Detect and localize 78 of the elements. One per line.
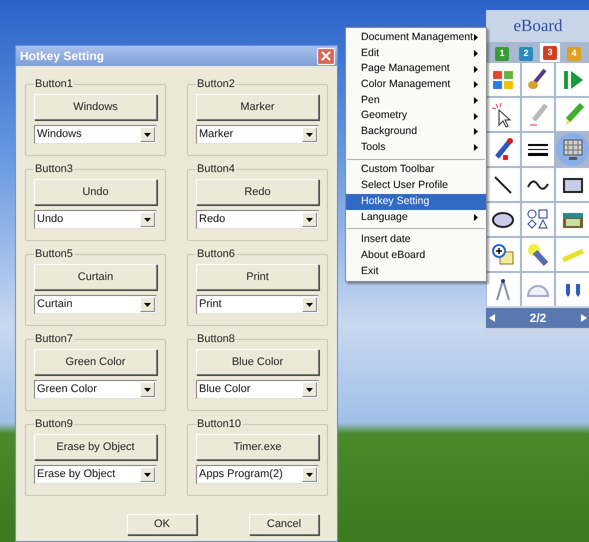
dialog-button[interactable]: OK: [127, 514, 197, 535]
action-dropdown[interactable]: Undo: [34, 210, 157, 229]
close-button[interactable]: [317, 48, 335, 64]
group-label: Button1: [34, 78, 74, 90]
zoom-icon: [490, 242, 516, 268]
tool-button[interactable]: [487, 98, 520, 131]
action-dropdown[interactable]: Print: [196, 295, 319, 314]
page-tab[interactable]: 1: [492, 45, 512, 62]
group-label: Button7: [34, 333, 74, 345]
action-dropdown[interactable]: Apps Program(2): [196, 465, 319, 484]
hotkey-button[interactable]: Print: [196, 264, 319, 290]
action-dropdown[interactable]: Blue Color: [196, 380, 319, 399]
menu-item[interactable]: Insert date: [346, 232, 486, 248]
submenu-arrow-icon: [473, 214, 480, 221]
tool-button[interactable]: [487, 133, 520, 166]
group-label: Button3: [34, 163, 74, 175]
close-icon: [321, 51, 331, 61]
tool-button[interactable]: [556, 203, 589, 236]
hotkey-button[interactable]: Curtain: [34, 264, 157, 290]
action-dropdown[interactable]: Erase by Object: [34, 465, 157, 484]
group-label: Button6: [196, 248, 236, 260]
submenu-arrow-icon: [473, 50, 480, 58]
menu-item[interactable]: Hotkey Setting: [346, 194, 486, 210]
menu-item[interactable]: Exit: [346, 264, 486, 280]
group-label: Button10: [196, 418, 242, 430]
submenu-arrow-icon: [473, 112, 480, 120]
group-label: Button5: [34, 248, 74, 260]
hotkey-button[interactable]: Green Color: [34, 349, 157, 375]
action-dropdown[interactable]: Marker: [196, 125, 319, 144]
previous-icon[interactable]: [489, 314, 495, 322]
hotkey-button[interactable]: Timer.exe: [196, 434, 319, 460]
action-dropdown[interactable]: Green Color: [34, 380, 157, 399]
group-label: Button8: [196, 333, 236, 345]
tool-button[interactable]: [522, 133, 554, 166]
tool-button[interactable]: [487, 168, 520, 201]
submenu-arrow-icon: [473, 128, 480, 136]
action-dropdown[interactable]: Curtain: [34, 295, 157, 314]
next-icon[interactable]: [581, 314, 587, 322]
page-tab[interactable]: 3: [540, 43, 560, 62]
menu-item[interactable]: Custom Toolbar: [346, 162, 486, 178]
app-title: eBoard: [513, 15, 563, 38]
menu-item[interactable]: Geometry: [346, 108, 486, 124]
tool-button[interactable]: [556, 273, 589, 306]
hotkey-button[interactable]: Windows: [34, 94, 157, 120]
menu-item[interactable]: Page Management: [346, 61, 486, 78]
tool-button[interactable]: [522, 203, 554, 236]
hotkey-button[interactable]: Blue Color: [196, 349, 319, 375]
page-tab[interactable]: 2: [516, 45, 536, 62]
action-dropdown[interactable]: Windows: [34, 125, 157, 144]
menu-item[interactable]: About eBoard: [346, 248, 486, 264]
hotkey-button[interactable]: Undo: [34, 179, 157, 205]
group-label: Button2: [196, 78, 236, 90]
menu-item[interactable]: Background: [346, 124, 486, 140]
group-label: Button9: [34, 418, 74, 430]
menu-item[interactable]: Select User Profile: [346, 178, 486, 194]
submenu-arrow-icon: [473, 34, 480, 42]
submenu-arrow-icon: [473, 144, 480, 152]
submenu-arrow-icon: [473, 66, 480, 73]
tool-button[interactable]: [556, 168, 589, 201]
submenu-arrow-icon: [473, 97, 480, 104]
window-title: Hotkey Setting: [20, 48, 104, 65]
menu-item[interactable]: Color Management: [346, 77, 486, 93]
menu-item[interactable]: Tools: [346, 140, 486, 156]
dialog-button[interactable]: Cancel: [249, 514, 319, 535]
menu-item[interactable]: Edit: [346, 46, 486, 62]
menu-item[interactable]: Document Management: [346, 30, 486, 46]
hotkey-button[interactable]: Redo: [196, 179, 319, 205]
group-label: Button4: [196, 163, 236, 175]
tool-button[interactable]: [522, 168, 554, 201]
menu-item[interactable]: Language: [346, 210, 486, 226]
page-counter: 2/2: [530, 310, 546, 327]
tool-button[interactable]: [522, 63, 554, 96]
hotkey-button[interactable]: Marker: [196, 94, 319, 120]
submenu-arrow-icon: [473, 81, 480, 88]
menu-item[interactable]: Pen: [346, 92, 486, 108]
hotkey-button[interactable]: Erase by Object: [34, 434, 157, 460]
action-dropdown[interactable]: Redo: [196, 210, 319, 229]
tool-button[interactable]: [487, 203, 520, 236]
